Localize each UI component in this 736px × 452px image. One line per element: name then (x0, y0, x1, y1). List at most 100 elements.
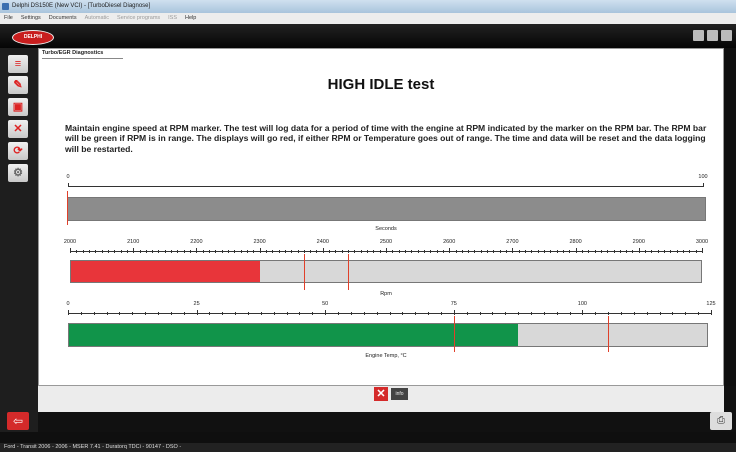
menu-item[interactable]: Settings (21, 15, 41, 21)
rpm-axis-tick (461, 250, 463, 253)
temp-tick-label: 0 (66, 301, 70, 307)
rpm-axis-tick (209, 250, 211, 253)
rpm-axis-tick (145, 250, 147, 253)
rpm-bar (70, 260, 702, 283)
rpm-axis-tick (164, 250, 166, 253)
refresh-icon[interactable]: ⟳ (8, 142, 28, 160)
temp-caption: Engine Temp, °C (365, 353, 407, 359)
edit-icon[interactable]: ✎ (8, 76, 28, 94)
car-icon[interactable] (707, 30, 718, 41)
rpm-axis-tick (183, 250, 185, 253)
rpm-range-marker (348, 254, 350, 290)
menu-item[interactable]: Automatic (85, 15, 109, 21)
rpm-axis-tick (88, 250, 90, 253)
menu-item[interactable]: Documents (49, 15, 77, 21)
rpm-axis-tick (190, 250, 192, 253)
menu-item[interactable]: ISS (168, 15, 177, 21)
rpm-tick-label: 2000 (63, 239, 77, 245)
rpm-axis-tick (82, 250, 84, 253)
rpm-axis-tick (499, 250, 501, 253)
rpm-axis-tick (335, 250, 337, 253)
menu-item[interactable]: File (4, 15, 13, 21)
clear-icon[interactable]: ✕ (8, 120, 28, 138)
rpm-axis-tick (341, 250, 343, 253)
rpm-axis-tick (651, 250, 653, 253)
brand-logo: DELPHI (12, 30, 54, 45)
rpm-axis-tick (436, 250, 438, 253)
rpm-axis-tick (95, 250, 97, 253)
temp-axis-tick (620, 312, 622, 315)
test-instructions: Maintain engine speed at RPM marker. The… (65, 123, 707, 154)
print-button[interactable]: ⎙ (710, 412, 732, 430)
info-button[interactable]: info (391, 388, 408, 400)
temp-axis-tick (466, 312, 468, 315)
rpm-tick-label: 2500 (379, 239, 393, 245)
rpm-axis-tick (177, 250, 179, 253)
status-bar: Ford - Transit 2006 - 2006 - MSER 7.41 -… (0, 443, 736, 452)
rpm-axis-tick (253, 250, 255, 253)
document-icon[interactable]: ▣ (8, 98, 28, 116)
rpm-tick-label: 2800 (569, 239, 582, 245)
temp-axis-tick (338, 312, 340, 315)
window-titlebar: Delphi DS150E (New VCI) - [TurboDiesel D… (0, 0, 736, 13)
rpm-axis-tick (702, 248, 703, 253)
temp-axis-tick (325, 310, 327, 315)
temp-axis-tick (260, 312, 262, 315)
temp-axis-tick (80, 312, 82, 315)
temp-axis-tick (68, 310, 69, 315)
rpm-axis-tick (657, 250, 659, 253)
temp-axis-tick (222, 312, 224, 315)
rpm-tick-label: 3000 (695, 239, 709, 245)
tools-icon[interactable]: ⚙ (8, 164, 28, 182)
rpm-axis-tick (221, 250, 223, 253)
temp-range-marker (608, 316, 610, 352)
temp-axis-tick (453, 310, 455, 315)
rpm-axis-tick (569, 250, 571, 253)
temp-tick-label: 50 (322, 301, 329, 307)
rpm-axis-tick (581, 250, 583, 253)
rpm-axis-tick (228, 250, 229, 253)
rpm-axis-tick (695, 250, 697, 253)
rpm-axis-tick (316, 250, 318, 253)
list-icon[interactable]: ≡ (8, 55, 28, 73)
temp-axis-tick (672, 312, 674, 315)
time-axis-tick (68, 183, 69, 187)
temp-axis-tick (248, 312, 250, 315)
settings-icon[interactable] (721, 30, 732, 41)
temp-axis-tick (93, 312, 95, 315)
time-scale-min: 0 (66, 174, 70, 180)
temp-axis-tick (608, 312, 610, 315)
time-scale-max: 100 (698, 174, 708, 180)
rpm-axis-tick (480, 250, 482, 253)
temp-bar (68, 323, 708, 347)
temp-tick-label: 75 (450, 301, 457, 307)
rpm-axis-tick (550, 250, 552, 253)
menu-item[interactable]: Service programs (117, 15, 160, 21)
back-button[interactable]: ⇦ (7, 412, 29, 430)
rpm-axis-tick (638, 248, 640, 253)
temp-tick-label: 125 (706, 301, 716, 307)
temp-axis-tick (685, 312, 687, 315)
temp-axis-tick (633, 312, 635, 315)
rpm-axis-tick (544, 250, 545, 253)
menu-item[interactable]: Help (185, 15, 196, 21)
rpm-axis-tick (329, 250, 331, 253)
rpm-axis-tick (468, 250, 470, 253)
temp-axis-tick (698, 312, 700, 315)
window-icon[interactable] (693, 30, 704, 41)
rpm-tick-label: 2600 (443, 239, 456, 245)
rpm-axis-tick (645, 250, 647, 253)
rpm-axis-tick (689, 250, 691, 253)
temp-axis-tick (582, 310, 584, 315)
rpm-axis-tick (398, 250, 400, 253)
time-axis (68, 186, 704, 187)
temp-axis-tick (299, 312, 301, 315)
rpm-tick-label: 2700 (506, 239, 519, 245)
rpm-axis-tick (588, 250, 590, 253)
cancel-button[interactable]: ✕ (374, 387, 388, 401)
rpm-axis-tick (670, 250, 672, 253)
temp-axis-tick (209, 312, 211, 315)
panel-tab[interactable]: Turbo/EGR Diagnostics (42, 48, 124, 59)
temp-axis-tick (235, 312, 237, 315)
app-window-icon (2, 3, 9, 10)
